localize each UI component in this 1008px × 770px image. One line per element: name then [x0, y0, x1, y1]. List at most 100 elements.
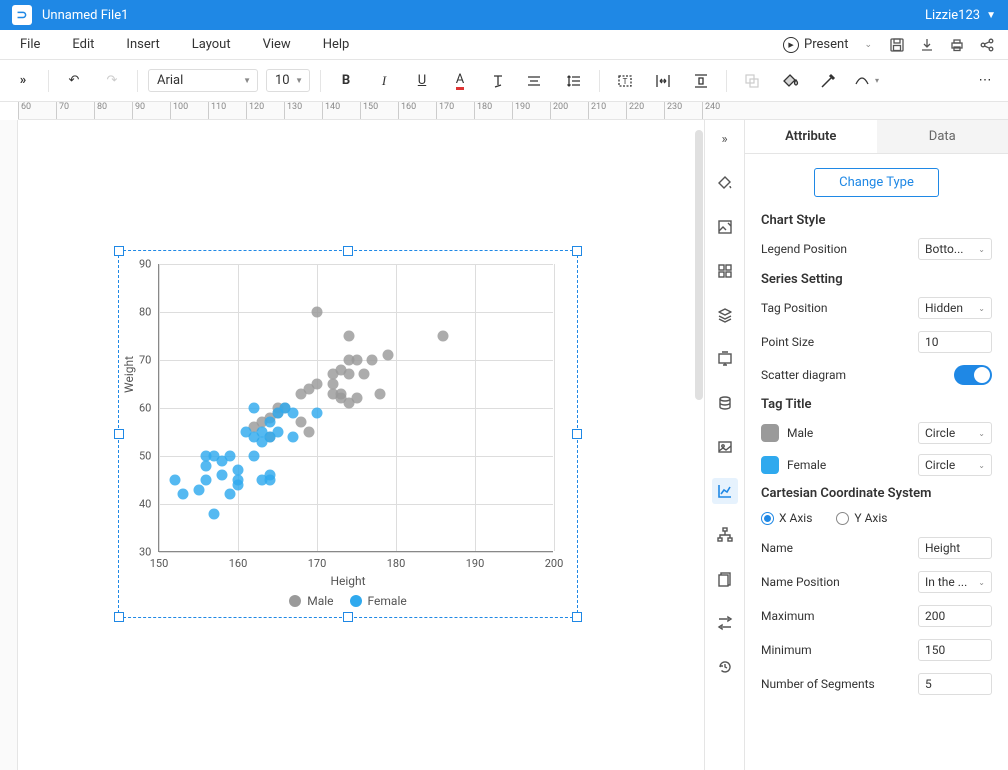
data-point[interactable] — [359, 369, 370, 380]
text-box-button[interactable]: T — [610, 66, 640, 96]
data-panel-icon[interactable] — [712, 390, 738, 416]
radio-x-axis[interactable]: X Axis — [761, 511, 812, 525]
redo-button[interactable]: ↷ — [97, 66, 127, 96]
slides-panel-icon[interactable] — [712, 346, 738, 372]
data-point[interactable] — [312, 407, 323, 418]
spacing-h-button[interactable] — [648, 66, 678, 96]
data-point[interactable] — [193, 484, 204, 495]
present-button[interactable]: ▶ Present — [783, 37, 848, 53]
radio-y-axis[interactable]: Y Axis — [836, 511, 887, 525]
font-select[interactable]: Arial▼ — [148, 69, 258, 92]
data-point[interactable] — [312, 307, 323, 318]
data-point[interactable] — [264, 475, 275, 486]
canvas-area[interactable]: Weight 15016017018019020030405060708090 … — [0, 120, 704, 770]
grid-panel-icon[interactable] — [712, 258, 738, 284]
input-point-size[interactable]: 10 — [918, 331, 992, 353]
arrange-panel-icon[interactable] — [712, 610, 738, 636]
data-point[interactable] — [304, 427, 315, 438]
data-point[interactable] — [177, 489, 188, 500]
print-icon[interactable] — [948, 36, 966, 54]
resize-handle[interactable] — [572, 246, 582, 256]
data-point[interactable] — [169, 475, 180, 486]
menu-layout[interactable]: Layout — [176, 30, 247, 60]
resize-handle[interactable] — [114, 429, 124, 439]
history-panel-icon[interactable] — [712, 654, 738, 680]
collapse-panel-icon[interactable]: » — [712, 126, 738, 152]
layers-panel-icon[interactable] — [712, 302, 738, 328]
save-icon[interactable] — [888, 36, 906, 54]
data-point[interactable] — [248, 451, 259, 462]
swatch-male[interactable] — [761, 424, 779, 442]
select-name-position[interactable]: In the ...⌄ — [918, 571, 992, 593]
undo-button[interactable]: ↶ — [59, 66, 89, 96]
scrollbar[interactable] — [695, 130, 703, 400]
more-button[interactable]: ⋯ — [970, 66, 1000, 96]
select-tag-position[interactable]: Hidden⌄ — [918, 297, 992, 319]
menu-help[interactable]: Help — [307, 30, 366, 60]
fill-button[interactable] — [775, 66, 805, 96]
menu-file[interactable]: File — [4, 30, 56, 60]
toggle-scatter-diagram[interactable] — [954, 365, 992, 385]
line-spacing-button[interactable] — [559, 66, 589, 96]
data-point[interactable] — [288, 407, 299, 418]
align-button[interactable] — [521, 66, 551, 96]
resize-handle[interactable] — [343, 612, 353, 622]
input-axis-name[interactable]: Height — [918, 537, 992, 559]
stroke-button[interactable] — [813, 66, 843, 96]
data-point[interactable] — [438, 331, 449, 342]
data-point[interactable] — [351, 355, 362, 366]
group-button[interactable] — [737, 66, 767, 96]
select-shape-male[interactable]: Circle⌄ — [918, 422, 992, 444]
underline-button[interactable]: U — [407, 66, 437, 96]
resize-handle[interactable] — [572, 429, 582, 439]
picture-panel-icon[interactable] — [712, 434, 738, 460]
data-point[interactable] — [296, 417, 307, 428]
file-title[interactable]: Unnamed File1 — [42, 8, 128, 23]
resize-handle[interactable] — [572, 612, 582, 622]
data-point[interactable] — [272, 427, 283, 438]
data-point[interactable] — [201, 460, 212, 471]
resize-handle[interactable] — [114, 612, 124, 622]
input-minimum[interactable]: 150 — [918, 639, 992, 661]
input-num-segments[interactable]: 5 — [918, 673, 992, 695]
data-point[interactable] — [264, 417, 275, 428]
data-point[interactable] — [327, 379, 338, 390]
data-point[interactable] — [233, 479, 244, 490]
data-point[interactable] — [217, 470, 228, 481]
data-point[interactable] — [225, 489, 236, 500]
expand-icon[interactable]: » — [8, 66, 38, 96]
scatter-chart[interactable]: Weight 15016017018019020030405060708090 … — [133, 260, 563, 610]
data-point[interactable] — [375, 388, 386, 399]
download-icon[interactable] — [918, 36, 936, 54]
spacing-v-button[interactable] — [686, 66, 716, 96]
select-shape-female[interactable]: Circle⌄ — [918, 454, 992, 476]
change-type-button[interactable]: Change Type — [814, 168, 939, 197]
user-menu[interactable]: Lizzie123 ▼ — [925, 8, 996, 23]
menu-view[interactable]: View — [247, 30, 307, 60]
data-point[interactable] — [343, 369, 354, 380]
text-color-button[interactable]: A — [445, 66, 475, 96]
select-legend-position[interactable]: Botto...⌄ — [918, 238, 992, 260]
resize-handle[interactable] — [343, 246, 353, 256]
data-point[interactable] — [351, 393, 362, 404]
tab-data[interactable]: Data — [877, 120, 1008, 154]
fill-panel-icon[interactable] — [712, 170, 738, 196]
menu-insert[interactable]: Insert — [110, 30, 175, 60]
data-point[interactable] — [343, 331, 354, 342]
resize-handle[interactable] — [114, 246, 124, 256]
menu-edit[interactable]: Edit — [56, 30, 110, 60]
input-maximum[interactable]: 200 — [918, 605, 992, 627]
chart-panel-icon[interactable] — [712, 478, 738, 504]
image-panel-icon[interactable] — [712, 214, 738, 240]
present-dropdown[interactable]: ⌄ — [860, 40, 876, 50]
app-logo-icon[interactable]: ⊃ — [12, 5, 32, 25]
bold-button[interactable]: B — [331, 66, 361, 96]
data-point[interactable] — [288, 431, 299, 442]
clear-format-button[interactable] — [483, 66, 513, 96]
clipboard-panel-icon[interactable] — [712, 566, 738, 592]
data-point[interactable] — [312, 379, 323, 390]
share-icon[interactable] — [978, 36, 996, 54]
data-point[interactable] — [335, 388, 346, 399]
data-point[interactable] — [225, 451, 236, 462]
data-point[interactable] — [201, 475, 212, 486]
